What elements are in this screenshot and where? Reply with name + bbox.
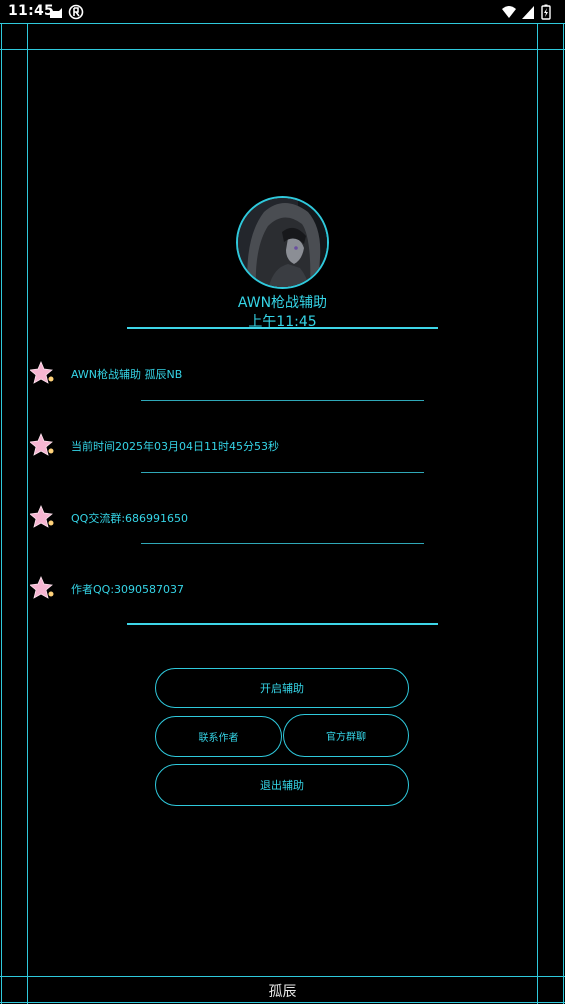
frame-line-right-outer	[563, 23, 564, 1004]
info-row-slogan: AWN枪战辅助 孤辰NB	[28, 360, 528, 390]
star-icon	[30, 360, 54, 384]
app-screen: 11:45 AWN枪战辅助 上午11:45 AWN枪战辅助 孤辰NB 当前时间2…	[0, 0, 565, 1004]
frame-line-top	[0, 23, 565, 24]
app-icon	[68, 4, 84, 20]
cat-icon	[50, 8, 62, 18]
app-title: AWN枪战辅助	[237, 295, 328, 311]
star-icon	[30, 575, 54, 599]
star-icon	[30, 504, 54, 528]
frame-line-header	[0, 49, 565, 50]
info-row-author-qq: 作者QQ:3090587037	[28, 575, 528, 605]
info-text: QQ交流群:686991650	[71, 512, 189, 525]
start-assist-button[interactable]: 开启辅助	[155, 668, 409, 708]
contact-author-button[interactable]: 联系作者	[155, 716, 282, 757]
frame-line-bottom	[0, 1002, 565, 1003]
row-divider	[141, 472, 424, 473]
frame-line-right-inner	[537, 23, 538, 1004]
wifi-icon	[502, 6, 516, 18]
status-right-icons	[497, 4, 557, 20]
info-text: 作者QQ:3090587037	[71, 583, 185, 596]
hooded-figure-avatar-image	[238, 198, 327, 287]
info-text: 当前时间2025年03月04日11时45分53秒	[71, 440, 279, 453]
row-divider	[141, 400, 424, 401]
info-text: AWN枪战辅助 孤辰NB	[71, 368, 183, 381]
frame-line-footer	[0, 976, 565, 977]
star-icon	[30, 432, 54, 456]
info-row-qq-group: QQ交流群:686991650	[28, 504, 528, 534]
status-bar: 11:45	[0, 0, 565, 24]
frame-line-left-outer	[1, 23, 2, 1004]
avatar	[236, 196, 329, 289]
info-divider	[127, 623, 438, 625]
official-group-button[interactable]: 官方群聊	[283, 714, 409, 757]
info-row-current-time: 当前时间2025年03月04日11时45分53秒	[28, 432, 528, 462]
footer-label: 孤辰	[268, 984, 297, 1000]
exit-assist-button[interactable]: 退出辅助	[155, 764, 409, 806]
row-divider	[141, 543, 424, 544]
header-divider	[127, 327, 438, 329]
signal-icon	[522, 6, 534, 19]
battery-icon	[541, 4, 551, 20]
